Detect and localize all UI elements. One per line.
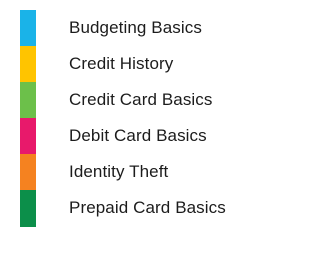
topic-label: Budgeting Basics <box>69 18 202 37</box>
topic-item-identity-theft[interactable]: Identity Theft <box>0 154 280 191</box>
topic-label: Credit Card Basics <box>69 90 213 109</box>
topic-item-budgeting-basics[interactable]: Budgeting Basics <box>0 10 280 47</box>
topic-color-swatch <box>20 190 36 227</box>
topic-label: Prepaid Card Basics <box>69 198 226 217</box>
topic-label: Identity Theft <box>69 162 169 181</box>
topic-color-swatch <box>20 10 36 47</box>
topic-color-swatch <box>20 46 36 83</box>
topic-item-debit-card-basics[interactable]: Debit Card Basics <box>0 118 280 155</box>
topic-label: Debit Card Basics <box>69 126 207 145</box>
topic-color-swatch <box>20 118 36 155</box>
topic-label: Credit History <box>69 54 174 73</box>
topic-item-credit-history[interactable]: Credit History <box>0 46 280 83</box>
topic-legend-list: Budgeting Basics Credit History Credit C… <box>0 0 280 254</box>
topic-item-credit-card-basics[interactable]: Credit Card Basics <box>0 82 280 119</box>
topic-color-swatch <box>20 154 36 191</box>
topic-item-prepaid-card-basics[interactable]: Prepaid Card Basics <box>0 190 280 227</box>
topic-color-swatch <box>20 82 36 119</box>
